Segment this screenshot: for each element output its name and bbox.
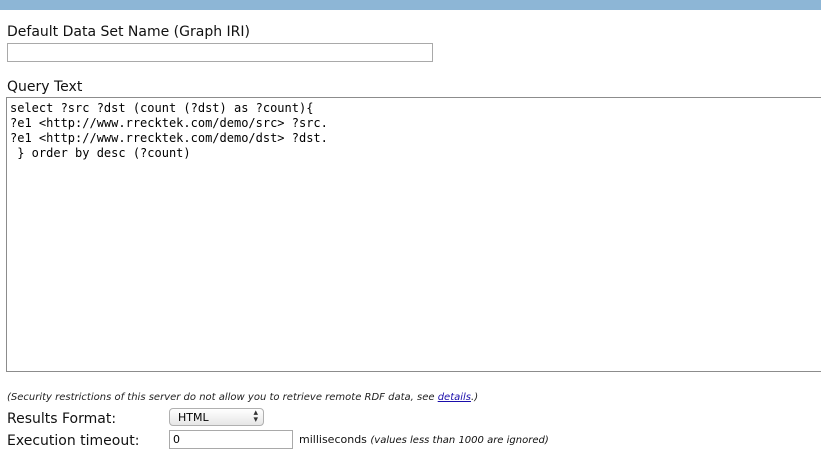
timeout-unit: milliseconds [299, 433, 367, 446]
results-format-value: HTML [178, 411, 209, 424]
execution-timeout-label: Execution timeout: [7, 433, 140, 449]
timeout-note: (values less than 1000 are ignored) [370, 435, 549, 446]
updown-arrows-icon: ▴ ▾ [253, 408, 258, 425]
execution-timeout-input[interactable]: 0 [169, 430, 293, 449]
query-text-area[interactable]: select ?src ?dst (count (?dst) as ?count… [6, 97, 821, 372]
results-format-label: Results Format: [7, 411, 117, 427]
security-note: (Security restrictions of this server do… [7, 392, 478, 403]
default-dataset-input[interactable] [7, 43, 433, 62]
execution-timeout-suffix: milliseconds (values less than 1000 are … [299, 433, 549, 446]
security-note-end: .) [471, 392, 479, 403]
header-bar [0, 0, 821, 10]
query-text-label: Query Text [7, 79, 83, 95]
default-dataset-label: Default Data Set Name (Graph IRI) [7, 24, 250, 40]
security-note-text: (Security restrictions of this server do… [7, 392, 438, 403]
results-format-select[interactable]: HTML ▴ ▾ [169, 408, 264, 426]
details-link[interactable]: details [438, 392, 471, 403]
